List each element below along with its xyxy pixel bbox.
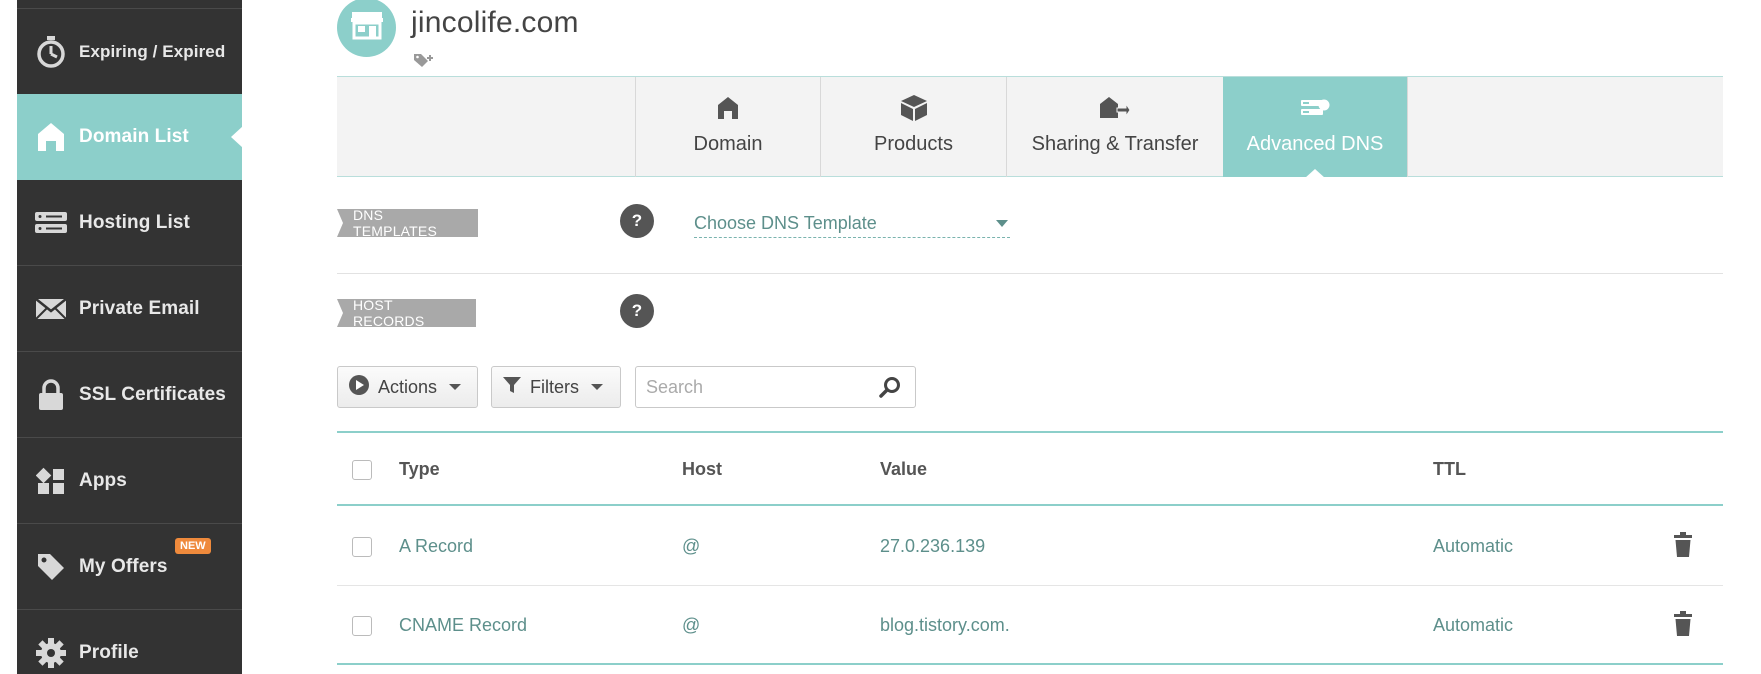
domain-avatar — [337, 0, 396, 57]
chevron-down-icon — [591, 384, 603, 390]
tab-label: Advanced DNS — [1246, 133, 1384, 155]
trash-icon[interactable] — [1673, 611, 1693, 642]
actions-label: Actions — [378, 376, 438, 397]
record-host[interactable]: @ — [682, 536, 700, 557]
filters-label: Filters — [530, 376, 579, 397]
sidebar-item-label: Profile — [79, 641, 139, 663]
sidebar-item-domain-list[interactable]: Domain List — [17, 94, 243, 180]
select-all-checkbox[interactable] — [352, 460, 372, 480]
sidebar-item-label: My Offers — [79, 555, 168, 577]
sidebar-item-profile[interactable]: Profile — [17, 610, 242, 674]
sidebar-item-expiring[interactable]: Expiring / Expired — [17, 9, 242, 95]
search-input[interactable] — [646, 376, 866, 398]
filter-icon — [502, 375, 522, 400]
dns-templates-label: DNS TEMPLATES — [337, 209, 478, 237]
record-type[interactable]: CNAME Record — [399, 615, 527, 636]
lock-icon — [33, 377, 69, 413]
actions-button[interactable]: Actions — [337, 366, 478, 408]
tab-advanced-dns[interactable]: Advanced DNS — [1223, 77, 1407, 178]
sidebar-item-label: Private Email — [79, 297, 200, 319]
table-header: Type Host Value TTL — [337, 433, 1723, 506]
play-circle-icon — [348, 374, 370, 401]
tab-sharing-transfer[interactable]: Sharing & Transfer — [1006, 77, 1223, 177]
column-header-type[interactable]: Type — [399, 459, 440, 480]
sidebar-item-ssl-certificates[interactable]: SSL Certificates — [17, 352, 242, 438]
record-type[interactable]: A Record — [399, 536, 473, 557]
envelope-icon — [33, 291, 69, 327]
tag-icon — [33, 549, 69, 585]
tab-label: Sharing & Transfer — [1031, 133, 1199, 155]
page-title: jincolife.com — [411, 6, 579, 39]
record-ttl[interactable]: Automatic — [1433, 615, 1513, 636]
column-header-host[interactable]: Host — [682, 459, 722, 480]
tab-label: Products — [874, 133, 953, 155]
sidebar-item-label: Expiring / Expired — [79, 41, 226, 61]
sidebar-item-label: Apps — [79, 469, 127, 491]
domain-tabs: Domain Products Sharing & Transfer Advan… — [337, 76, 1723, 178]
record-value[interactable]: blog.tistory.com. — [880, 615, 1010, 636]
house-transfer-icon — [1099, 95, 1131, 121]
add-tag-icon[interactable] — [413, 52, 435, 73]
column-header-value[interactable]: Value — [880, 459, 927, 480]
table-row[interactable]: A Record @ 27.0.236.139 Automatic — [337, 508, 1723, 586]
sidebar-item-private-email[interactable]: Private Email — [17, 266, 242, 352]
sidebar-item-my-offers[interactable]: My Offers NEW — [17, 524, 242, 610]
record-ttl[interactable]: Automatic — [1433, 536, 1513, 557]
stopwatch-icon — [33, 34, 69, 70]
filters-button[interactable]: Filters — [491, 366, 621, 408]
row-checkbox[interactable] — [352, 616, 372, 636]
trash-icon[interactable] — [1673, 532, 1693, 563]
record-host[interactable]: @ — [682, 615, 700, 636]
section-divider — [337, 273, 1723, 274]
dns-server-icon — [1300, 95, 1330, 121]
column-header-ttl[interactable]: TTL — [1433, 459, 1466, 480]
home-icon — [33, 119, 69, 155]
host-records-help-button[interactable]: ? — [620, 294, 654, 328]
record-value[interactable]: 27.0.236.139 — [880, 536, 985, 557]
search-box — [635, 366, 916, 408]
search-icon[interactable] — [879, 376, 901, 403]
tab-label: Domain — [693, 133, 763, 155]
sidebar-item-label: Domain List — [79, 126, 189, 147]
apps-grid-icon — [33, 463, 69, 499]
tab-domain[interactable]: Domain — [635, 77, 820, 177]
sidebar-item-hosting-list[interactable]: Hosting List — [17, 180, 242, 266]
table-row[interactable]: CNAME Record @ blog.tistory.com. Automat… — [337, 587, 1723, 665]
row-checkbox[interactable] — [352, 537, 372, 557]
dns-template-select-value: Choose DNS Template — [694, 213, 877, 233]
tab-products[interactable]: Products — [820, 77, 1006, 177]
server-icon — [33, 205, 69, 241]
sidebar-item-partial[interactable] — [17, 0, 242, 9]
dns-templates-help-button[interactable]: ? — [620, 204, 654, 238]
tab-divider — [1407, 77, 1408, 177]
chevron-down-icon — [449, 384, 462, 390]
new-badge: NEW — [175, 538, 211, 554]
gear-icon — [33, 635, 69, 671]
sidebar: Expiring / Expired Domain List Hosting L… — [17, 0, 243, 674]
home-icon — [717, 95, 739, 121]
dns-template-select[interactable]: Choose DNS Template — [694, 210, 1010, 238]
box-icon — [900, 95, 928, 121]
sidebar-item-label: Hosting List — [79, 211, 190, 233]
sidebar-item-apps[interactable]: Apps — [17, 438, 242, 524]
sidebar-item-label: SSL Certificates — [79, 383, 226, 405]
host-records-label: HOST RECORDS — [337, 299, 476, 327]
storefront-icon — [349, 10, 385, 45]
chevron-down-icon — [996, 220, 1008, 227]
